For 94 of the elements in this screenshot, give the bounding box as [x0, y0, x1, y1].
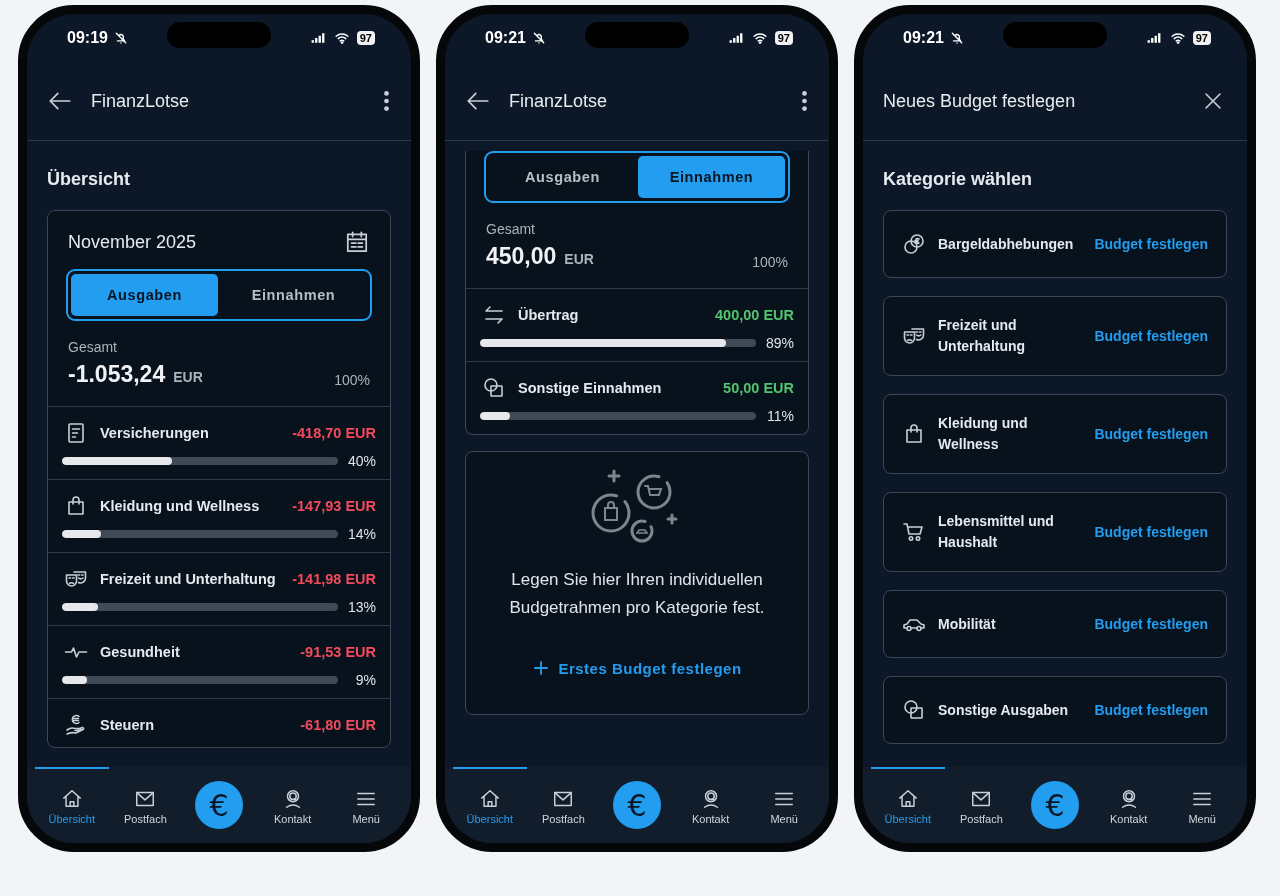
category-percent: 9% — [354, 672, 376, 688]
category-name: Kleidung und Wellness — [938, 414, 1029, 454]
overlapping-shapes-icon — [902, 698, 926, 722]
toggle-option[interactable]: Einnahmen — [220, 274, 367, 316]
first-budget-link[interactable]: Erstes Budget festlegen — [526, 658, 748, 679]
category-percent: 13% — [346, 599, 376, 615]
category-percent: 11% — [766, 408, 794, 424]
overlapping-shapes-icon — [482, 376, 506, 400]
bell-slash-icon — [113, 31, 128, 45]
set-budget-link[interactable]: Budget festlegen — [1094, 524, 1208, 540]
shopping-cart-icon — [902, 520, 926, 544]
month-label: November 2025 — [68, 231, 197, 253]
category-percent: 40% — [346, 453, 376, 469]
calendar-button[interactable] — [344, 229, 370, 255]
plus-icon — [532, 659, 551, 678]
euro-action-button[interactable]: € — [1031, 781, 1079, 829]
category-name: Sonstige Einnahmen — [518, 380, 663, 396]
category-name: Lebensmittel und Haushalt — [938, 512, 1055, 552]
home-icon — [478, 787, 501, 810]
battery-level: 97 — [774, 31, 793, 45]
nav-tab[interactable]: Kontakt — [255, 767, 330, 843]
category-name: Versicherungen — [100, 425, 210, 441]
section-title: Kategorie wählen — [883, 169, 1034, 190]
battery-level: 97 — [1192, 31, 1211, 45]
total-share: 100% — [752, 254, 788, 270]
toggle-option[interactable]: Ausgaben — [71, 274, 218, 316]
bell-slash-icon — [531, 31, 546, 45]
battery-level: 97 — [356, 31, 375, 45]
nav-tab[interactable]: Übersicht — [453, 767, 527, 843]
more-icon — [802, 91, 807, 111]
calendar-icon — [344, 229, 370, 255]
set-budget-link[interactable]: Budget festlegen — [1094, 616, 1208, 632]
category-amount: -61,80 EUR — [300, 717, 376, 733]
category-name: Steuern — [100, 717, 155, 733]
total-amount: -1.053,24 — [68, 361, 166, 387]
category-amount: -91,53 EUR — [300, 644, 376, 660]
currency-label: EUR — [173, 369, 203, 385]
category-percent: 14% — [346, 526, 376, 542]
currency-label: EUR — [564, 251, 594, 267]
nav-tab[interactable]: Menü — [1165, 767, 1239, 843]
nav-tab[interactable]: Übersicht — [35, 767, 109, 843]
status-time: 09:21 — [485, 29, 526, 47]
coins-icon — [902, 232, 926, 256]
category-percent: 89% — [764, 335, 794, 351]
category-name: Übertrag — [518, 307, 580, 323]
total-amount: 450,00 — [486, 243, 557, 269]
more-options-button[interactable] — [384, 91, 389, 111]
empty-state-text: Legen Sie hier Ihren individuellen Budgetrahmen pro Kategorie fest. — [508, 569, 766, 620]
total-share: 100% — [334, 372, 370, 388]
category-name: Freizeit und Unterhaltung — [938, 316, 1027, 356]
set-budget-link[interactable]: Budget festlegen — [1094, 702, 1208, 718]
section-title: Übersicht — [47, 169, 132, 190]
set-budget-link[interactable]: Budget festlegen — [1094, 236, 1208, 252]
set-budget-link[interactable]: Budget festlegen — [1094, 426, 1208, 442]
euro-action-button[interactable]: € — [613, 781, 661, 829]
home-icon — [896, 787, 919, 810]
nav-tab[interactable]: Postfach — [526, 767, 601, 843]
category-name: Freizeit und Unterhaltung — [100, 571, 277, 587]
nav-tab[interactable]: Postfach — [944, 767, 1019, 843]
wifi-icon — [1168, 31, 1187, 45]
toggle-option[interactable]: Ausgaben — [489, 156, 636, 198]
wifi-icon — [332, 31, 351, 45]
toggle-option[interactable]: Einnahmen — [638, 156, 785, 198]
euro-action-button[interactable]: € — [195, 781, 243, 829]
category-name: Sonstige Ausgaben — [938, 700, 1070, 720]
status-time: 09:21 — [903, 29, 944, 47]
nav-tab[interactable]: Menü — [329, 767, 403, 843]
more-options-button[interactable] — [802, 91, 807, 111]
status-time: 09:19 — [67, 29, 108, 47]
category-name: Kleidung und Wellness — [100, 498, 261, 514]
nav-tab[interactable]: Kontakt — [1091, 767, 1166, 843]
nav-tab[interactable]: Menü — [747, 767, 821, 843]
total-label: Gesamt — [486, 221, 536, 237]
category-name: Gesundheit — [100, 644, 181, 660]
app-title: FinanzLotse — [509, 90, 608, 112]
more-icon — [384, 91, 389, 111]
total-label: Gesamt — [68, 339, 118, 355]
category-amount: 400,00 EUR — [715, 307, 794, 323]
set-budget-link[interactable]: Budget festlegen — [1094, 328, 1208, 344]
category-amount: -147,93 EUR — [292, 498, 376, 514]
bell-slash-icon — [949, 31, 964, 45]
category-name: Mobilität — [938, 614, 997, 634]
category-amount: -141,98 EUR — [292, 571, 376, 587]
app-title: FinanzLotse — [91, 90, 190, 112]
category-amount: 50,00 EUR — [723, 380, 794, 396]
nav-tab[interactable]: Übersicht — [871, 767, 945, 843]
home-icon — [60, 787, 83, 810]
wifi-icon — [750, 31, 769, 45]
category-amount: -418,70 EUR — [292, 425, 376, 441]
nav-tab[interactable]: Postfach — [108, 767, 183, 843]
screen-title: Neues Budget festlegen — [883, 90, 1076, 112]
category-name: Bargeldabhebungen — [938, 234, 1075, 254]
swap-arrows-icon — [482, 303, 506, 327]
nav-tab[interactable]: Kontakt — [673, 767, 748, 843]
